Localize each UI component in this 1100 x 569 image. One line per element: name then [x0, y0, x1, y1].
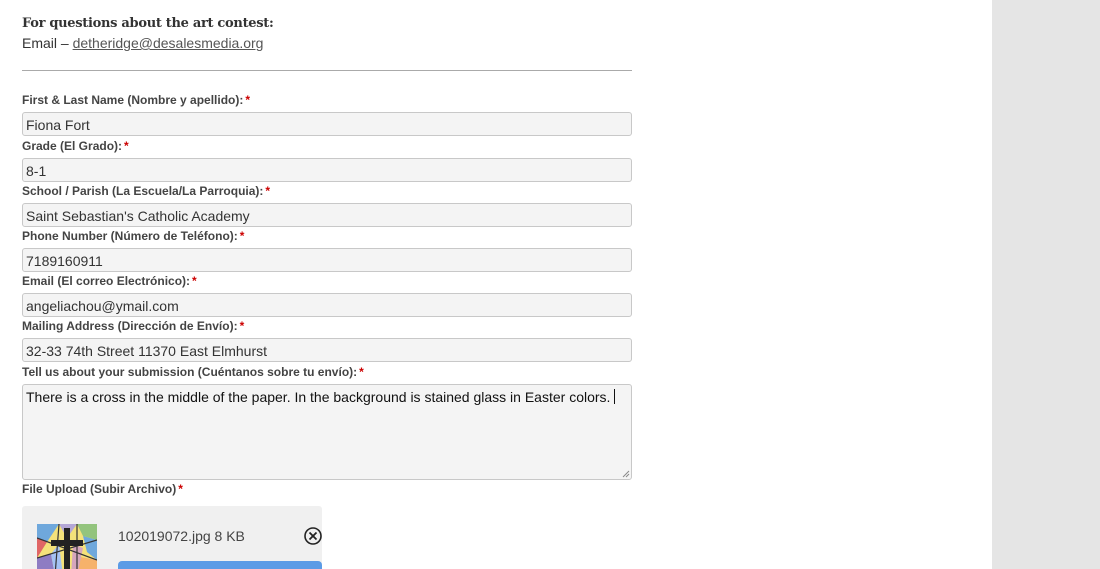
uploaded-file-info: 102019072.jpg 8 KB: [118, 528, 245, 544]
address-input-value: 32-33 74th Street 11370 East Elmhurst: [26, 343, 267, 359]
uploaded-file-size: 8 KB: [214, 528, 245, 544]
email-label-text: Email (El correo Electrónico):: [22, 274, 191, 288]
contact-email-line: Email – detheridge@desalesmedia.org: [22, 35, 263, 51]
email-label: Email (El correo Electrónico): *: [22, 274, 197, 288]
phone-label: Phone Number (Número de Teléfono): *: [22, 229, 244, 243]
stained-glass-cross-thumbnail: [37, 524, 97, 569]
contact-heading: For questions about the art contest:: [22, 16, 274, 31]
grade-label-text: Grade (El Grado):: [22, 139, 123, 153]
uploaded-file-name: 102019072.jpg: [118, 528, 211, 544]
text-caret: [614, 389, 616, 404]
contact-email-link[interactable]: detheridge@desalesmedia.org: [73, 35, 264, 51]
phone-label-text: Phone Number (Número de Teléfono):: [22, 229, 238, 243]
school-label: School / Parish (La Escuela/La Parroquia…: [22, 184, 270, 198]
grade-input-value: 8-1: [26, 163, 47, 179]
right-gutter: [992, 0, 1100, 569]
upload-label: File Upload (Subir Archivo) *: [22, 482, 183, 496]
email-input-value: angeliachou@ymail.com: [26, 298, 179, 314]
school-input[interactable]: Saint Sebastian's Catholic Academy: [22, 203, 632, 227]
contact-email-prefix: Email –: [22, 35, 73, 51]
required-marker: *: [124, 139, 129, 153]
phone-input-value: 7189160911: [26, 253, 103, 269]
resize-grip-icon[interactable]: [622, 470, 630, 478]
upload-label-text: File Upload (Subir Archivo): [22, 482, 177, 496]
name-input-value: Fiona Fort: [26, 117, 90, 133]
required-marker: *: [192, 274, 197, 288]
required-marker: *: [239, 229, 245, 243]
required-marker: *: [245, 93, 251, 107]
uploaded-file-card: 102019072.jpg 8 KB: [22, 506, 322, 569]
page: For questions about the art contest: Ema…: [0, 0, 1100, 569]
phone-input[interactable]: 7189160911: [22, 248, 632, 272]
required-marker: *: [178, 482, 183, 496]
school-input-value: Saint Sebastian's Catholic Academy: [26, 208, 250, 224]
grade-input[interactable]: 8-1: [22, 158, 632, 182]
grade-label: Grade (El Grado): *: [22, 139, 129, 153]
address-label: Mailing Address (Dirección de Envío): *: [22, 319, 244, 333]
address-input[interactable]: 32-33 74th Street 11370 East Elmhurst: [22, 338, 632, 362]
email-input[interactable]: angeliachou@ymail.com: [22, 293, 632, 317]
name-input[interactable]: Fiona Fort: [22, 112, 632, 136]
required-marker: *: [265, 184, 271, 198]
submission-textarea-value: There is a cross in the middle of the pa…: [26, 389, 611, 405]
name-label-text: First & Last Name (Nombre y apellido):: [22, 93, 244, 107]
required-marker: *: [239, 319, 245, 333]
required-marker: *: [359, 365, 364, 379]
submission-label: Tell us about your submission (Cuéntanos…: [22, 365, 364, 379]
school-label-text: School / Parish (La Escuela/La Parroquia…: [22, 184, 264, 198]
submission-label-text: Tell us about your submission (Cuéntanos…: [22, 365, 358, 379]
divider: [22, 70, 632, 71]
name-label: First & Last Name (Nombre y apellido): *: [22, 93, 250, 107]
address-label-text: Mailing Address (Dirección de Envío):: [22, 319, 238, 333]
submission-textarea[interactable]: There is a cross in the middle of the pa…: [22, 384, 632, 480]
upload-action-button[interactable]: [118, 561, 322, 569]
circle-x-icon[interactable]: [303, 526, 323, 546]
